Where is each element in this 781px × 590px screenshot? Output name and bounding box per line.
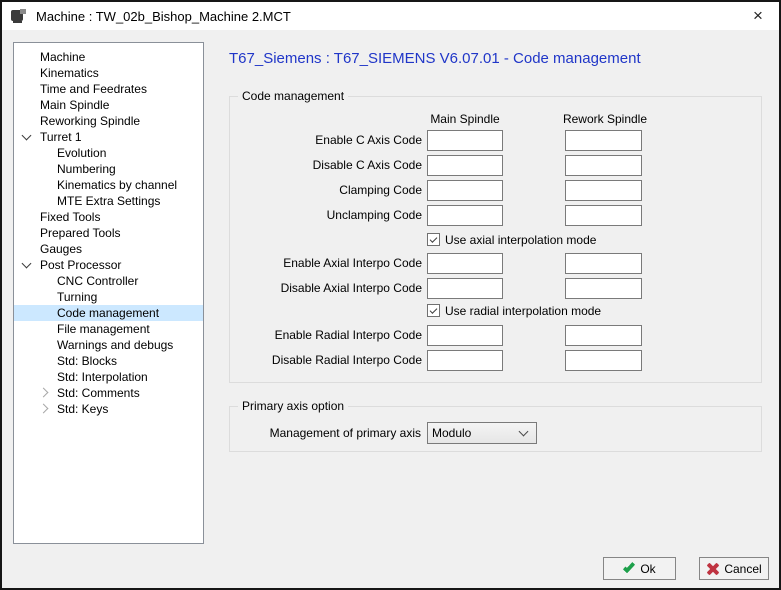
enable-axial-interpo-main-input[interactable] — [427, 253, 503, 274]
axial-interpolation-checkbox[interactable] — [427, 233, 440, 246]
ok-button[interactable]: Ok — [603, 557, 676, 580]
sidebar-item-mte-extra-settings[interactable]: MTE Extra Settings — [14, 193, 203, 209]
enable-axial-interpo-rework-input[interactable] — [565, 253, 642, 274]
column-header-rework-spindle: Rework Spindle — [530, 112, 680, 127]
sidebar-item-evolution[interactable]: Evolution — [14, 145, 203, 161]
disable-axial-interpo-rework-input[interactable] — [565, 278, 642, 299]
form-row: Unclamping Code — [230, 205, 761, 226]
form-row: Enable Radial Interpo Code — [230, 325, 761, 346]
sidebar-item-prepared-tools[interactable]: Prepared Tools — [14, 225, 203, 241]
form-row: Disable Axial Interpo Code — [230, 278, 761, 299]
code-management-group: Code management Main Spindle Rework Spin… — [229, 96, 762, 383]
check-icon — [430, 306, 438, 314]
sidebar-item-std-comments[interactable]: Std: Comments — [14, 385, 203, 401]
disable-c-axis-code-rework-input[interactable] — [565, 155, 642, 176]
disable-c-axis-code-main-input[interactable] — [427, 155, 503, 176]
enable-c-axis-code-main-input[interactable] — [427, 130, 503, 151]
close-icon[interactable]: × — [745, 4, 771, 28]
disable-axial-interpo-main-input[interactable] — [427, 278, 503, 299]
window-title: Machine : TW_02b_Bishop_Machine 2.MCT — [36, 9, 291, 24]
cancel-button[interactable]: Cancel — [699, 557, 769, 580]
radial-interpolation-checkbox-row: Use radial interpolation mode — [427, 303, 601, 318]
checkbox-label: Use radial interpolation mode — [445, 304, 601, 318]
machine-dialog: Machine : TW_02b_Bishop_Machine 2.MCT × … — [0, 0, 781, 590]
sidebar-item-machine[interactable]: Machine — [14, 49, 203, 65]
group-label: Code management — [238, 89, 348, 103]
field-label: Disable Axial Interpo Code — [230, 278, 422, 299]
enable-c-axis-code-rework-input[interactable] — [565, 130, 642, 151]
sidebar-item-gauges[interactable]: Gauges — [14, 241, 203, 257]
clamping-code-rework-input[interactable] — [565, 180, 642, 201]
clamping-code-main-input[interactable] — [427, 180, 503, 201]
primary-axis-select[interactable]: Modulo — [427, 422, 537, 444]
x-icon — [706, 562, 720, 576]
disable-radial-interpo-main-input[interactable] — [427, 350, 503, 371]
sidebar-item-main-spindle[interactable]: Main Spindle — [14, 97, 203, 113]
field-label: Enable Axial Interpo Code — [230, 253, 422, 274]
field-label: Unclamping Code — [230, 205, 422, 226]
sidebar-item-std-interpolation[interactable]: Std: Interpolation — [14, 369, 203, 385]
checkbox-label: Use axial interpolation mode — [445, 233, 596, 247]
sidebar-item-turret-1[interactable]: Turret 1 — [14, 129, 203, 145]
sidebar-item-time-feedrates[interactable]: Time and Feedrates — [14, 81, 203, 97]
check-icon — [623, 560, 636, 573]
field-label: Clamping Code — [230, 180, 422, 201]
settings-tree: Machine Kinematics Time and Feedrates Ma… — [13, 42, 204, 544]
sidebar-item-turning[interactable]: Turning — [14, 289, 203, 305]
field-label: Enable Radial Interpo Code — [230, 325, 422, 346]
disable-radial-interpo-rework-input[interactable] — [565, 350, 642, 371]
selected-value: Modulo — [428, 426, 520, 440]
sidebar-item-post-processor[interactable]: Post Processor — [14, 257, 203, 273]
column-header-main-spindle: Main Spindle — [390, 112, 540, 127]
enable-radial-interpo-main-input[interactable] — [427, 325, 503, 346]
unclamping-code-rework-input[interactable] — [565, 205, 642, 226]
sidebar-item-file-management[interactable]: File management — [14, 321, 203, 337]
enable-radial-interpo-rework-input[interactable] — [565, 325, 642, 346]
sidebar-item-std-keys[interactable]: Std: Keys — [14, 401, 203, 417]
form-row: Disable Radial Interpo Code — [230, 350, 761, 371]
form-row: Disable C Axis Code — [230, 155, 761, 176]
form-row: Enable C Axis Code — [230, 130, 761, 151]
check-icon — [430, 235, 438, 243]
field-label: Disable C Axis Code — [230, 155, 422, 176]
field-label: Disable Radial Interpo Code — [230, 350, 422, 371]
form-row: Enable Axial Interpo Code — [230, 253, 761, 274]
cancel-button-label: Cancel — [724, 562, 761, 576]
page-title: T67_Siemens : T67_SIEMENS V6.07.01 - Cod… — [229, 50, 641, 67]
title-bar: Machine : TW_02b_Bishop_Machine 2.MCT × — [2, 2, 779, 30]
field-label: Enable C Axis Code — [230, 130, 422, 151]
sidebar-item-kinematics[interactable]: Kinematics — [14, 65, 203, 81]
axial-interpolation-checkbox-row: Use axial interpolation mode — [427, 232, 596, 247]
sidebar-item-reworking-spindle[interactable]: Reworking Spindle — [14, 113, 203, 129]
sidebar-item-code-management[interactable]: Code management — [14, 305, 203, 321]
sidebar-item-numbering[interactable]: Numbering — [14, 161, 203, 177]
primary-axis-group: Primary axis option Management of primar… — [229, 406, 762, 452]
group-label: Primary axis option — [238, 399, 348, 413]
sidebar-item-warnings-debugs[interactable]: Warnings and debugs — [14, 337, 203, 353]
machine-icon — [11, 9, 27, 24]
primary-axis-label: Management of primary axis — [230, 422, 421, 444]
ok-button-label: Ok — [640, 562, 655, 576]
unclamping-code-main-input[interactable] — [427, 205, 503, 226]
sidebar-item-cnc-controller[interactable]: CNC Controller — [14, 273, 203, 289]
chevron-down-icon — [519, 427, 529, 437]
form-row: Clamping Code — [230, 180, 761, 201]
sidebar-item-std-blocks[interactable]: Std: Blocks — [14, 353, 203, 369]
sidebar-item-kinematics-by-channel[interactable]: Kinematics by channel — [14, 177, 203, 193]
radial-interpolation-checkbox[interactable] — [427, 304, 440, 317]
sidebar-item-fixed-tools[interactable]: Fixed Tools — [14, 209, 203, 225]
